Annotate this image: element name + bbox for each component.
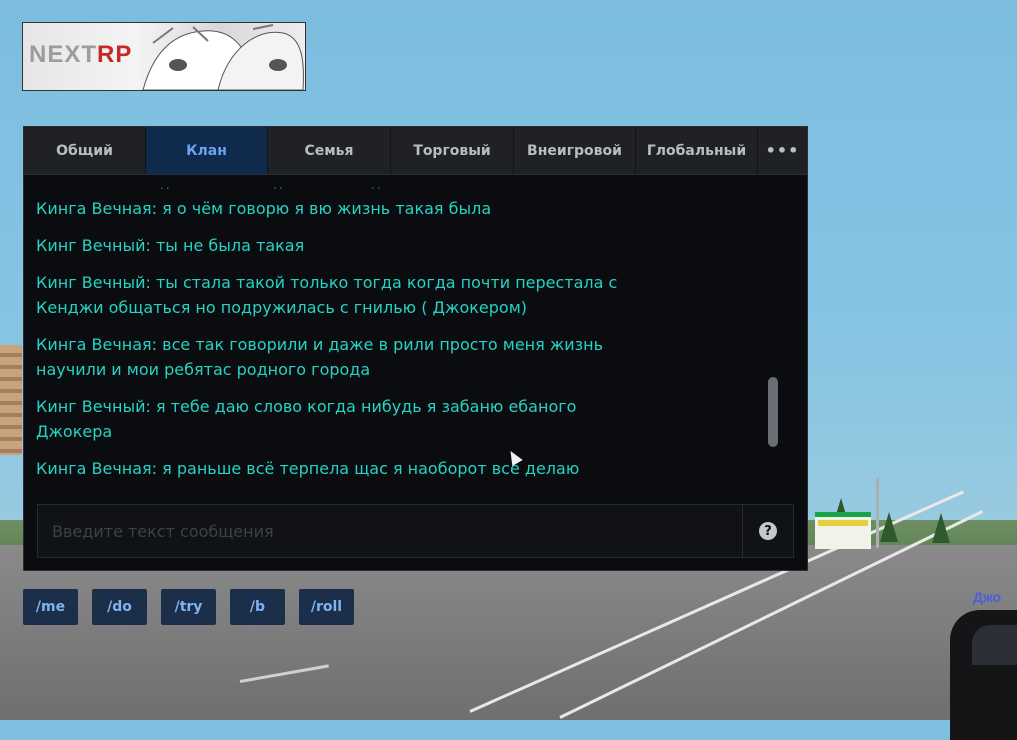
game-tree (880, 512, 898, 542)
logo-text: NEXTRP (29, 41, 133, 68)
command-me-button[interactable]: /me (23, 589, 78, 625)
chat-message: Кинг Вечный: я тебе даю слово когда нибу… (36, 397, 577, 441)
chat-scrollbar[interactable] (768, 377, 778, 447)
street-lamp (876, 478, 879, 548)
server-logo: NEXTRP (22, 22, 306, 91)
chat-messages[interactable]: ...... Кинга Вечная: я о чём говорю я вю… (36, 182, 761, 502)
chat-message: Кинг Вечный: ты не была такая (36, 236, 305, 255)
chat-message: Кинга Вечная: все так говорили и даже в … (36, 335, 604, 379)
tab-family[interactable]: Семья (268, 127, 391, 174)
tab-clan[interactable]: Клан (146, 127, 268, 174)
scrollbar-thumb[interactable] (768, 377, 778, 447)
chat-message: Кинга Вечная: я о чём говорю я вю жизнь … (36, 199, 492, 218)
tab-general[interactable]: Общий (24, 127, 146, 174)
command-do-button[interactable]: /do (92, 589, 147, 625)
tab-ooc[interactable]: Внеигровой (514, 127, 636, 174)
message-input[interactable] (38, 505, 742, 557)
car-window (972, 625, 1017, 665)
anime-art-image (142, 24, 304, 90)
chat-message: Кинг Вечный: ты стала такой только тогда… (36, 273, 618, 317)
tab-global[interactable]: Глобальный (636, 127, 758, 174)
tab-trade[interactable]: Торговый (391, 127, 514, 174)
more-tabs-button[interactable]: ••• (758, 127, 807, 174)
chat-message: Кинга Вечная: я раньше всё терпела щас я… (36, 459, 580, 478)
game-tree (932, 513, 950, 543)
command-roll-button[interactable]: /roll (299, 589, 354, 625)
command-try-button[interactable]: /try (161, 589, 216, 625)
gas-station (815, 512, 871, 549)
player-name-tag: Джо (973, 589, 1002, 605)
question-icon: ? (759, 522, 777, 540)
message-input-container: ? (37, 504, 794, 558)
chat-window: Общий Клан Семья Торговый Внеигровой Гло… (23, 126, 808, 571)
help-button[interactable]: ? (742, 505, 793, 557)
game-building (0, 345, 22, 455)
gas-station-sign (818, 520, 868, 526)
truncated-message-dots: ...... (160, 182, 383, 192)
command-b-button[interactable]: /b (230, 589, 285, 625)
chat-tabs: Общий Клан Семья Торговый Внеигровой Гло… (24, 127, 807, 175)
quick-commands: /me /do /try /b /roll (23, 589, 354, 625)
